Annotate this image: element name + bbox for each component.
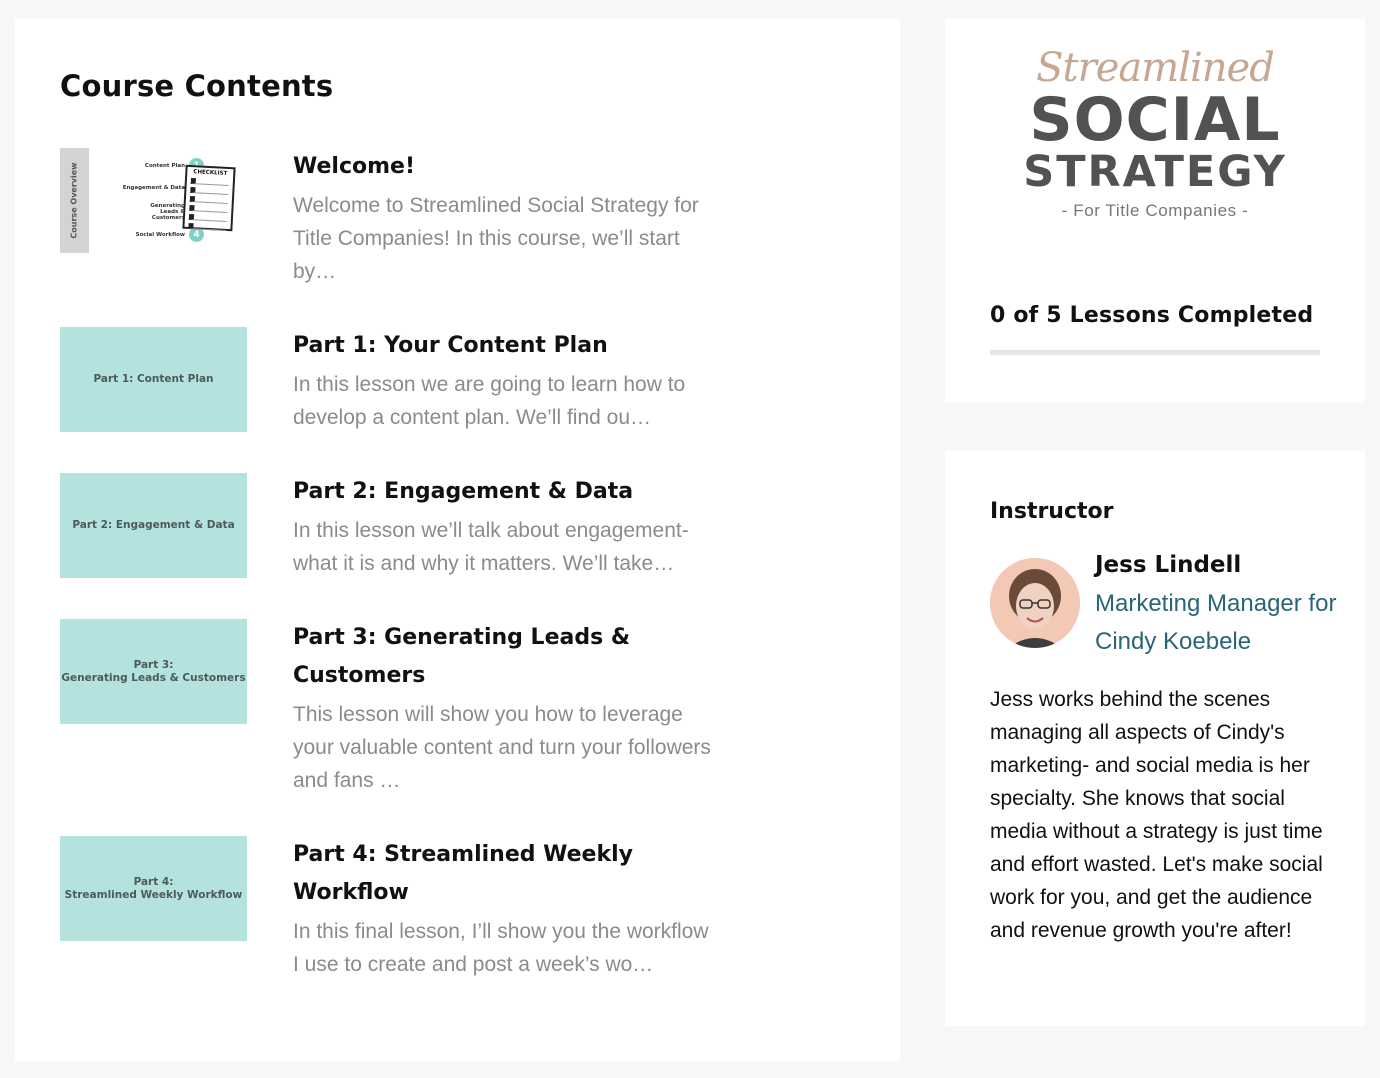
instructor-name: Jess Lindell xyxy=(1095,552,1242,578)
lesson-text: Welcome! Welcome to Streamlined Social S… xyxy=(293,148,718,288)
lesson-text: Part 2: Engagement & Data In this lesson… xyxy=(293,473,718,580)
instructor-role: Marketing Manager for Cindy Koebele xyxy=(1095,590,1337,655)
lesson-thumbnail[interactable]: Part 2: Engagement & Data xyxy=(60,473,247,578)
lesson-item-part-3: Part 3: Generating Leads & Customers Part… xyxy=(60,619,740,799)
lesson-title[interactable]: Part 2: Engagement & Data xyxy=(293,473,718,511)
lesson-thumbnail[interactable]: Part 4: Streamlined Weekly Workflow xyxy=(60,836,247,941)
avatar xyxy=(990,558,1080,648)
lesson-title[interactable]: Part 1: Your Content Plan xyxy=(293,327,718,365)
course-contents-heading: Course Contents xyxy=(60,69,334,103)
course-contents-card: Course Contents Course Overview Content … xyxy=(15,19,900,1061)
lesson-item-part-2: Part 2: Engagement & Data Part 2: Engage… xyxy=(60,473,740,583)
lesson-description: Welcome to Streamlined Social Strategy f… xyxy=(293,194,699,283)
instructor-heading: Instructor xyxy=(990,499,1114,524)
overview-row: Social Workflow 4 xyxy=(94,227,204,242)
instructor-card: Instructor Jess Lindell Marketing Manage… xyxy=(945,451,1365,1026)
logo-line1: SOCIAL xyxy=(1029,85,1281,155)
checklist-icon: CHECKLIST xyxy=(182,164,236,232)
lesson-text: Part 4: Streamlined Weekly Workflow In t… xyxy=(293,836,718,981)
lesson-description: In this lesson we are going to learn how… xyxy=(293,373,686,429)
lesson-item-part-4: Part 4: Streamlined Weekly Workflow Part … xyxy=(60,836,740,1016)
lesson-description: This lesson will show you how to leverag… xyxy=(293,703,711,792)
course-summary-card: Streamlined SOCIAL STRATEGY - For Title … xyxy=(945,19,1365,403)
lesson-thumbnail[interactable]: Part 1: Content Plan xyxy=(60,327,247,432)
lesson-thumbnail[interactable]: Part 3: Generating Leads & Customers xyxy=(60,619,247,724)
lesson-description: In this lesson we’ll talk about engageme… xyxy=(293,519,689,575)
course-logo: Streamlined SOCIAL STRATEGY - For Title … xyxy=(945,43,1365,221)
lesson-description: In this final lesson, I’ll show you the … xyxy=(293,920,709,976)
lesson-title[interactable]: Part 3: Generating Leads & Customers xyxy=(293,619,718,695)
lesson-item-part-1: Part 1: Content Plan Part 1: Your Conten… xyxy=(60,327,740,437)
lesson-thumbnail[interactable]: Course Overview Content Plan1 Engagement… xyxy=(60,148,247,253)
progress-bar xyxy=(990,350,1320,355)
lesson-text: Part 1: Your Content Plan In this lesson… xyxy=(293,327,718,434)
lesson-title[interactable]: Welcome! xyxy=(293,148,718,186)
thumbnail-side-label: Course Overview xyxy=(60,148,89,253)
progress-text: 0 of 5 Lessons Completed xyxy=(990,303,1314,328)
logo-subtitle: - For Title Companies - xyxy=(1061,201,1249,220)
lesson-item-welcome: Course Overview Content Plan1 Engagement… xyxy=(60,148,740,298)
instructor-bio: Jess works behind the scenes managing al… xyxy=(990,688,1323,942)
lesson-title[interactable]: Part 4: Streamlined Weekly Workflow xyxy=(293,836,718,912)
logo-line2: STRATEGY xyxy=(1023,147,1287,197)
lesson-text: Part 3: Generating Leads & Customers Thi… xyxy=(293,619,718,797)
